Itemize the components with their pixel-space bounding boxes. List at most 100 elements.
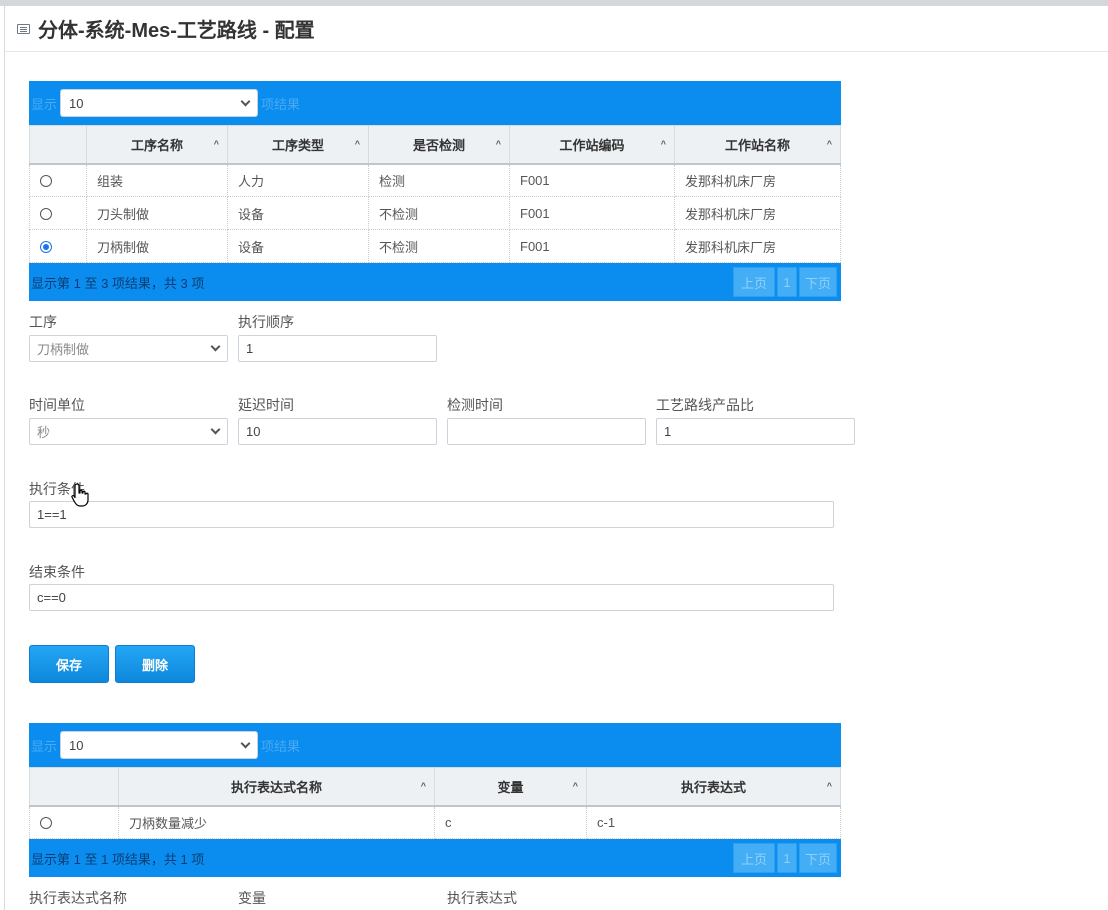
column-header[interactable]: 工作站名称 ^ <box>674 125 841 165</box>
sort-icon[interactable]: ^ <box>827 781 832 791</box>
delay-input[interactable]: 10 <box>238 418 437 445</box>
ratio-label: 工艺路线产品比 <box>656 397 754 413</box>
table-cell: 发那科机床厂房 <box>674 196 841 230</box>
select-column-header <box>29 767 119 807</box>
title-bar: 分体-系统-Mes-工艺路线 - 配置 <box>5 6 1108 52</box>
table-cell: c <box>434 805 587 839</box>
table-cell: 设备 <box>227 196 369 230</box>
page-length-select[interactable]: 10 <box>60 731 259 759</box>
expression-grid: 显示 10 项结果 执行表达式名称^ 变量^ 执行表达式^ 刀柄数量减少 <box>29 723 841 877</box>
time-unit-select[interactable]: 秒 <box>29 418 228 445</box>
process-select[interactable]: 刀柄制做 <box>29 335 228 362</box>
prev-page-button[interactable]: 上页 <box>733 267 775 297</box>
pagination-info: 显示第 1 至 3 项结果，共 3 项 <box>31 275 205 291</box>
end-condition-input[interactable]: c==0 <box>29 584 834 611</box>
page-number-button[interactable]: 1 <box>777 843 797 873</box>
table-cell: 发那科机床厂房 <box>674 229 841 263</box>
table-header-row: 工序名称 ^ 工序类型 ^ 是否检测 ^ 工作站编码 ^ 工作站名称 ^ <box>29 125 841 165</box>
next-page-button[interactable]: 下页 <box>799 843 837 873</box>
window-icon <box>17 23 30 34</box>
page-length-value: 10 <box>69 95 84 111</box>
column-header[interactable]: 执行表达式名称 ^ <box>118 767 435 807</box>
chevron-down-icon <box>210 424 221 435</box>
table-cell: 发那科机床厂房 <box>674 163 841 197</box>
config-window: 分体-系统-Mes-工艺路线 - 配置 显示 10 项结果 工序名称 ^ 工序类型… <box>4 6 1108 910</box>
table-row[interactable]: 刀头制做 设备 不检测 F001 发那科机床厂房 <box>29 196 841 230</box>
process-label: 工序 <box>29 314 57 330</box>
table-cell: 不检测 <box>368 196 510 230</box>
results-label: 项结果 <box>261 96 301 112</box>
expression-table: 执行表达式名称 ^ 变量 ^ 执行表达式 ^ 刀柄数量减少 c c-1 <box>29 767 841 839</box>
check-time-input[interactable] <box>447 418 646 445</box>
delete-button[interactable]: 删除 <box>115 645 195 683</box>
column-header[interactable]: 是否检测 ^ <box>368 125 510 165</box>
column-header[interactable]: 工作站编码 ^ <box>509 125 675 165</box>
expr-name-label: 执行表达式名称 <box>29 890 127 906</box>
page-length-select[interactable]: 10 <box>60 89 259 117</box>
order-input[interactable]: 1 <box>238 335 437 362</box>
sort-icon[interactable]: ^ <box>827 139 832 149</box>
save-button[interactable]: 保存 <box>29 645 109 683</box>
sort-icon[interactable]: ^ <box>661 139 666 149</box>
table-cell: 刀头制做 <box>86 196 228 230</box>
sort-icon[interactable]: ^ <box>214 139 219 149</box>
grid-toolbar: 显示 10 项结果 <box>29 723 841 767</box>
pagination: 上页 1 下页 <box>733 267 837 297</box>
table-cell: 组装 <box>86 163 228 197</box>
results-label: 项结果 <box>261 738 301 754</box>
sort-icon[interactable]: ^ <box>421 781 426 791</box>
table-cell: c-1 <box>586 805 841 839</box>
process-table: 工序名称 ^ 工序类型 ^ 是否检测 ^ 工作站编码 ^ 工作站名称 ^ 组装 人力 检测… <box>29 125 841 263</box>
delay-label: 延迟时间 <box>238 397 294 413</box>
row-select[interactable] <box>29 805 119 839</box>
page-number-button[interactable]: 1 <box>777 267 797 297</box>
column-header[interactable]: 执行表达式 ^ <box>586 767 841 807</box>
pagination-info: 显示第 1 至 1 项结果，共 1 项 <box>31 851 205 867</box>
table-cell: F001 <box>509 229 675 263</box>
sort-icon[interactable]: ^ <box>355 139 360 149</box>
prev-page-button[interactable]: 上页 <box>733 843 775 873</box>
time-unit-label: 时间单位 <box>29 397 85 413</box>
column-header[interactable]: 工序名称 ^ <box>86 125 228 165</box>
row-select[interactable] <box>29 229 87 263</box>
next-page-button[interactable]: 下页 <box>799 267 837 297</box>
column-header[interactable]: 变量 ^ <box>434 767 587 807</box>
ratio-input[interactable]: 1 <box>656 418 855 445</box>
grid-toolbar: 显示 10 项结果 <box>29 81 841 125</box>
table-cell: 刀柄数量减少 <box>118 805 435 839</box>
table-row[interactable]: 刀柄数量减少 c c-1 <box>29 805 841 839</box>
process-grid: 显示 10 项结果 工序名称 ^ 工序类型 ^ 是否检测 ^ 工作站编码 ^ 工作站名称… <box>29 81 841 301</box>
row-select[interactable] <box>29 196 87 230</box>
column-header[interactable]: 工序类型 ^ <box>227 125 369 165</box>
exec-condition-input[interactable]: 1==1 <box>29 501 834 528</box>
pagination: 上页 1 下页 <box>733 843 837 873</box>
end-condition-label: 结束条件 <box>29 564 85 580</box>
sort-icon[interactable]: ^ <box>496 139 501 149</box>
table-row[interactable]: 刀柄制做 设备 不检测 F001 发那科机床厂房 <box>29 229 841 263</box>
table-cell: F001 <box>509 163 675 197</box>
expr-label: 执行表达式 <box>447 890 517 906</box>
order-label: 执行顺序 <box>238 314 294 330</box>
radio-button[interactable] <box>40 174 52 187</box>
show-label: 显示 <box>31 738 58 754</box>
chevron-down-icon <box>210 341 221 352</box>
radio-button-selected[interactable] <box>40 240 52 253</box>
row-select[interactable] <box>29 163 87 197</box>
time-unit-value: 秒 <box>37 425 51 440</box>
grid-footer: 显示第 1 至 1 项结果，共 1 项 上页 1 下页 <box>29 839 841 877</box>
table-cell: 不检测 <box>368 229 510 263</box>
table-cell: 刀柄制做 <box>86 229 228 263</box>
check-time-label: 检测时间 <box>447 397 503 413</box>
page-length-value: 10 <box>69 737 84 753</box>
chevron-down-icon <box>240 738 251 748</box>
radio-button[interactable] <box>40 816 52 829</box>
table-row[interactable]: 组装 人力 检测 F001 发那科机床厂房 <box>29 163 841 197</box>
sort-icon[interactable]: ^ <box>573 781 578 791</box>
chevron-down-icon <box>240 96 251 106</box>
table-cell: 设备 <box>227 229 369 263</box>
radio-button[interactable] <box>40 207 52 220</box>
table-cell: F001 <box>509 196 675 230</box>
select-column-header <box>29 125 87 165</box>
hand-cursor-icon <box>71 483 89 507</box>
window-title: 分体-系统-Mes-工艺路线 - 配置 <box>38 20 315 42</box>
